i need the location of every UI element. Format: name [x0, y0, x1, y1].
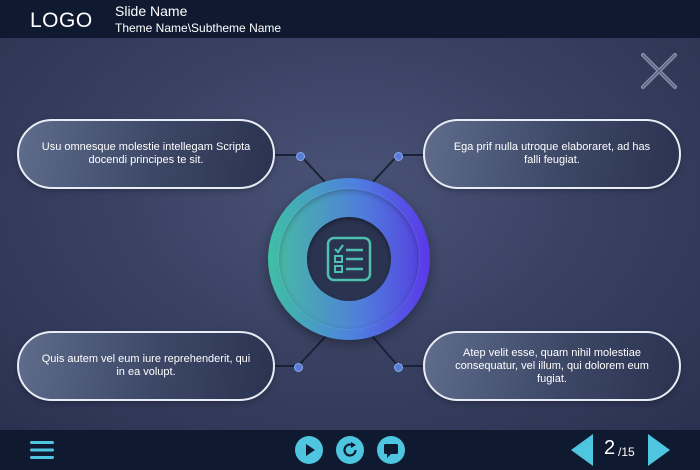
logo: LOGO [30, 9, 93, 32]
text-bubble-top-right: Ega prif nulla utroque elaboraret, ad ha… [423, 119, 681, 189]
connector-dot [394, 363, 403, 372]
text-bubble-bottom-right: Atep velit esse, quam nihil molestiae co… [423, 331, 681, 401]
checklist-icon [326, 236, 372, 282]
chat-icon [384, 444, 398, 458]
text-bubble-top-left: Usu omnesque molestie intellegam Scripta… [17, 119, 275, 189]
connector-dot [296, 152, 305, 161]
next-arrow-icon[interactable] [648, 434, 670, 466]
slide-name: Slide Name [115, 3, 188, 19]
replay-button[interactable] [336, 436, 364, 464]
close-icon[interactable] [640, 52, 678, 90]
connector-dot [394, 152, 403, 161]
theme-name: Theme Name\Subtheme Name [115, 21, 282, 35]
text-bubble-bottom-left: Quis autem vel eum iure reprehenderit, q… [17, 331, 275, 401]
play-icon [306, 444, 315, 456]
play-button[interactable] [295, 436, 323, 464]
prev-arrow-icon[interactable] [571, 434, 593, 466]
header-bar: LOGO Slide Name Theme Name\Subtheme Name [0, 0, 700, 38]
menu-icon[interactable] [30, 440, 54, 460]
connector-dot [294, 363, 303, 372]
chat-button[interactable] [377, 436, 405, 464]
page-total: /15 [618, 445, 635, 459]
page-current: 2 [604, 437, 616, 459]
replay-icon [343, 442, 357, 457]
